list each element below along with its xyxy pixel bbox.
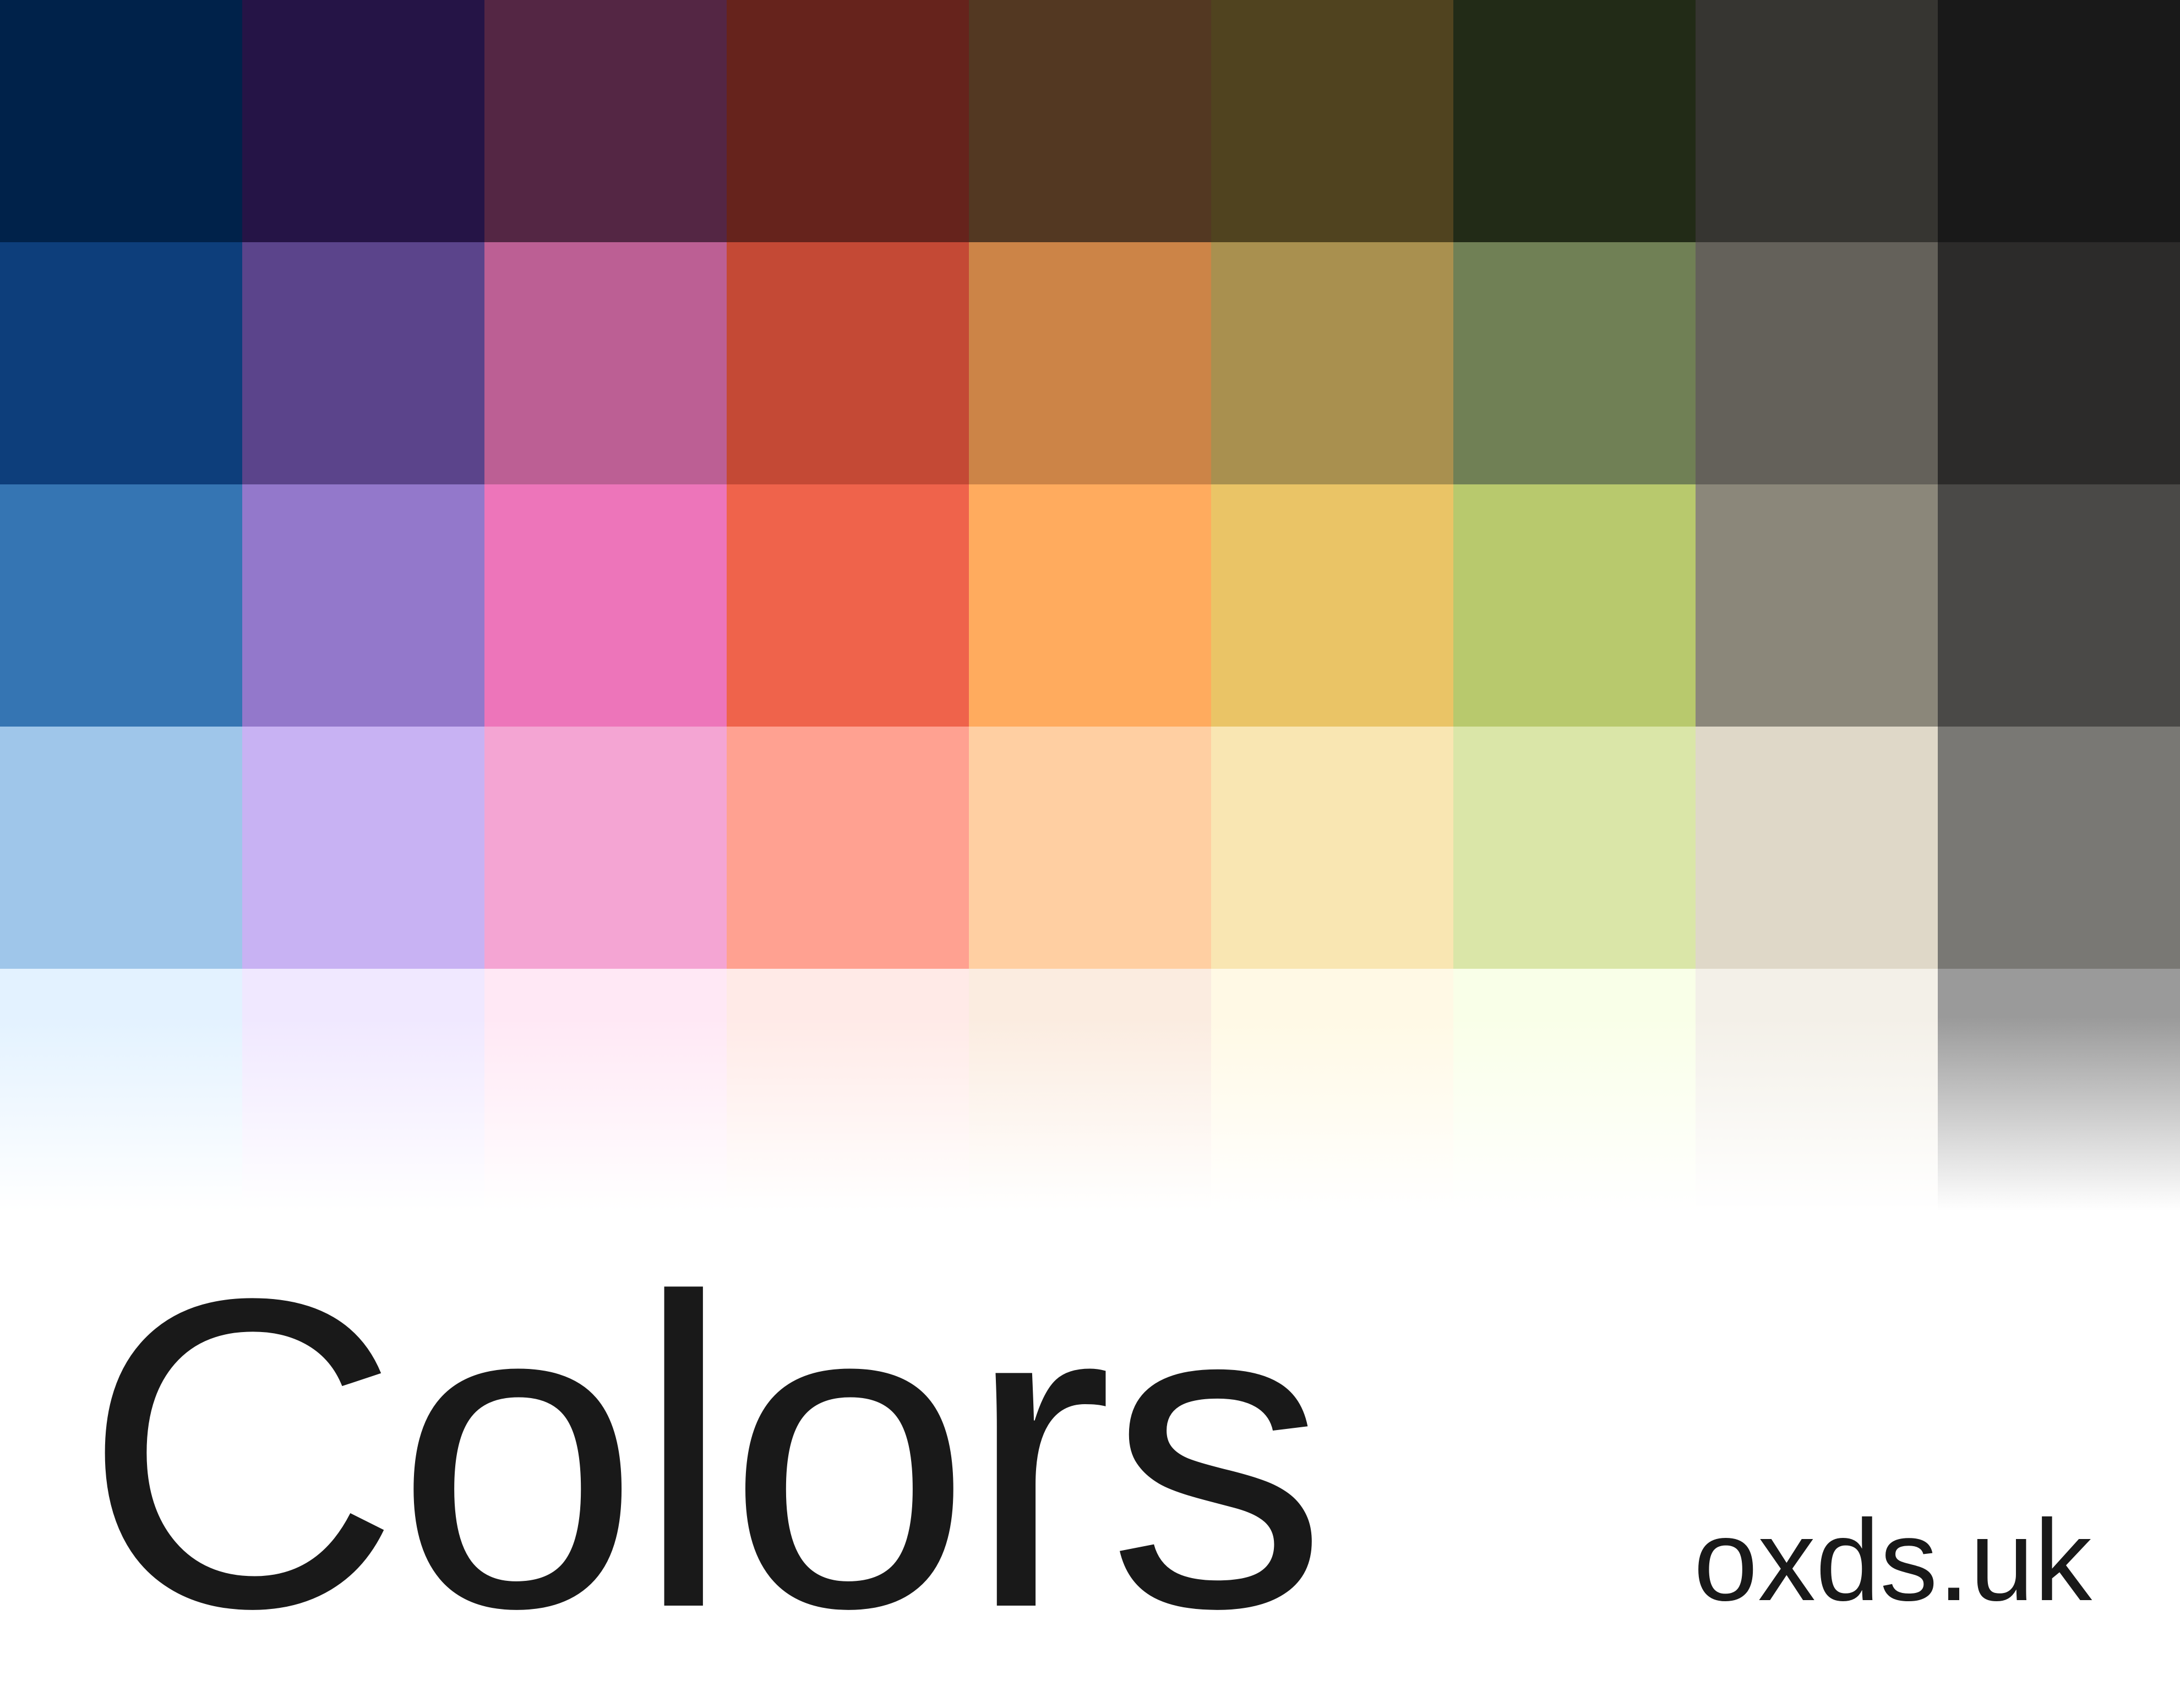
color-swatch-r2-c1: [0, 242, 242, 484]
color-swatch-r5-c3: [484, 969, 727, 1211]
color-swatch-r1-c4: [727, 0, 969, 242]
color-swatch-r4-c3: [484, 727, 727, 969]
color-swatch-r5-c1: [0, 969, 242, 1211]
color-swatch-r1-c6: [1211, 0, 1453, 242]
color-swatch-r2-c4: [727, 242, 969, 484]
color-swatch-r4-c9: [1938, 727, 2180, 969]
color-swatch-r2-c2: [242, 242, 484, 484]
color-swatch-r4-c2: [242, 727, 484, 969]
color-swatch-r2-c6: [1211, 242, 1453, 484]
color-swatch-r5-c6: [1211, 969, 1453, 1211]
color-swatch-r3-c9: [1938, 484, 2180, 727]
color-swatch-r1-c8: [1696, 0, 1938, 242]
color-swatch-r1-c7: [1453, 0, 1696, 242]
color-swatch-r3-c7: [1453, 484, 1696, 727]
color-swatch-r4-c6: [1211, 727, 1453, 969]
color-swatch-r4-c7: [1453, 727, 1696, 969]
color-swatch-r1-c3: [484, 0, 727, 242]
color-palette-grid: [0, 0, 2180, 1211]
color-swatch-r3-c2: [242, 484, 484, 727]
color-swatch-r3-c3: [484, 484, 727, 727]
color-swatch-r5-c7: [1453, 969, 1696, 1211]
color-swatch-r3-c6: [1211, 484, 1453, 727]
color-swatch-r1-c5: [969, 0, 1211, 242]
color-swatch-r5-c2: [242, 969, 484, 1211]
color-swatch-r2-c5: [969, 242, 1211, 484]
color-swatch-r5-c8: [1696, 969, 1938, 1211]
color-swatch-r4-c4: [727, 727, 969, 969]
color-swatch-r4-c5: [969, 727, 1211, 969]
color-swatch-r2-c8: [1696, 242, 1938, 484]
color-swatch-r3-c5: [969, 484, 1211, 727]
color-swatch-r1-c2: [242, 0, 484, 242]
color-swatch-r3-c8: [1696, 484, 1938, 727]
color-swatch-r2-c7: [1453, 242, 1696, 484]
color-swatch-r2-c9: [1938, 242, 2180, 484]
color-swatch-r5-c5: [969, 969, 1211, 1211]
site-url: oxds.uk: [1693, 1496, 2092, 1625]
page-title: Colors: [83, 1207, 1328, 1699]
color-swatch-r5-c9: [1938, 969, 2180, 1211]
color-swatch-r4-c1: [0, 727, 242, 969]
color-swatch-r4-c8: [1696, 727, 1938, 969]
color-swatch-r2-c3: [484, 242, 727, 484]
color-swatch-r3-c1: [0, 484, 242, 727]
color-swatch-r3-c4: [727, 484, 969, 727]
color-swatch-r1-c9: [1938, 0, 2180, 242]
color-swatch-r1-c1: [0, 0, 242, 242]
color-swatch-r5-c4: [727, 969, 969, 1211]
